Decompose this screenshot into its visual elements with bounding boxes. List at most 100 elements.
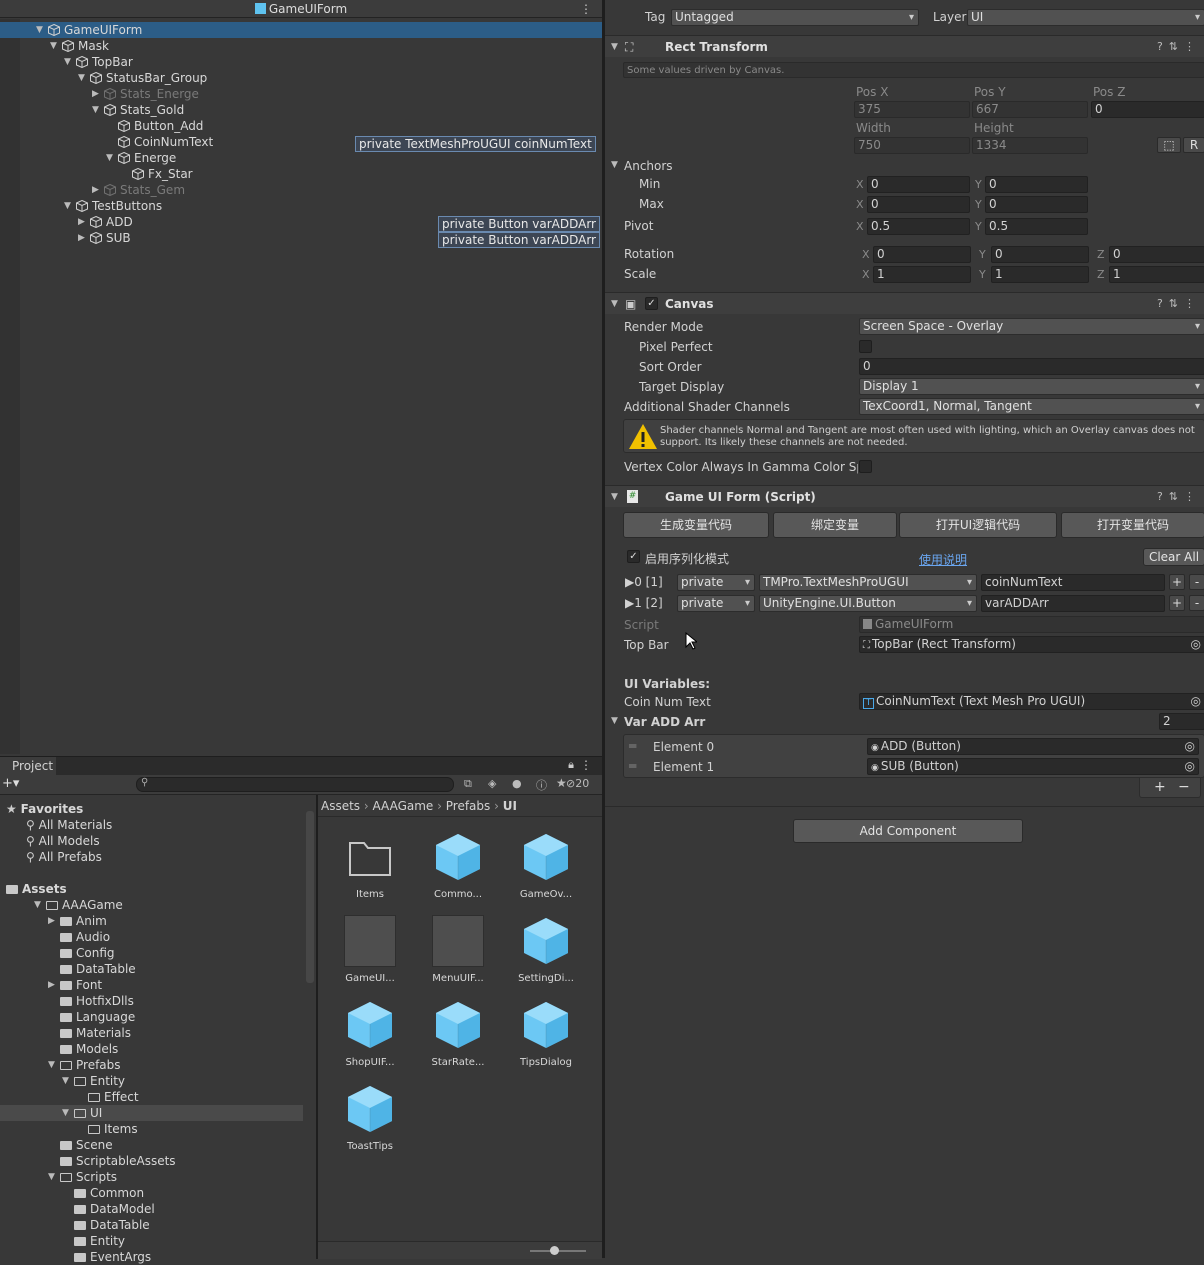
collapse-arrow-icon[interactable]: ▶	[92, 182, 102, 198]
breadcrumb-item[interactable]: Assets	[321, 799, 360, 813]
asset-tile[interactable]: SettingDi...	[506, 915, 586, 984]
anchors-fold-icon[interactable]: ▼	[611, 160, 618, 170]
tree-scrollbar[interactable]	[306, 811, 314, 983]
var-name-field-1[interactable]: varADDArr	[981, 595, 1165, 612]
project-tree-item[interactable]: ▼ UI	[0, 1105, 303, 1121]
serialize-checkbox[interactable]: ✓	[627, 550, 640, 563]
fold-icon[interactable]: ▼	[611, 36, 618, 58]
open-vars-code-button[interactable]: 打开变量代码	[1061, 512, 1204, 538]
hierarchy-row[interactable]: ▼ StatusBar_Group	[0, 70, 602, 86]
sort-order-field[interactable]: 0	[859, 358, 1204, 375]
hierarchy-row[interactable]: ▼ Mask	[0, 38, 602, 54]
height-field[interactable]: 1334	[972, 137, 1088, 154]
type-dropdown-1[interactable]: UnityEngine.UI.Button	[759, 595, 977, 612]
expand-arrow-icon[interactable]: ▼	[64, 198, 74, 214]
project-tree-item[interactable]: DataTable	[0, 961, 303, 977]
project-tree-item[interactable]: ★ Favorites	[0, 801, 303, 817]
canvas-header[interactable]: ▼ ▣ ✓ Canvas ?⇅⋮	[605, 292, 1204, 314]
add-var-button[interactable]: +	[1169, 574, 1185, 590]
filter-scene-icon[interactable]: ⧉	[464, 777, 472, 791]
hierarchy-row[interactable]: ▼ TestButtons	[0, 198, 602, 214]
project-tree-item[interactable]: ⚲ All Prefabs	[0, 849, 303, 865]
add-component-button[interactable]: Add Component	[793, 819, 1023, 843]
anchor-max-y[interactable]: 0	[985, 196, 1088, 213]
expand-arrow-icon[interactable]: ▼	[48, 1057, 55, 1073]
rotation-y[interactable]: 0	[991, 246, 1089, 263]
var-index-0[interactable]: ▶0 [1]	[625, 575, 663, 589]
project-tree-item[interactable]: Config	[0, 945, 303, 961]
hierarchy-row[interactable]: ▼ TopBar	[0, 54, 602, 70]
expand-arrow-icon[interactable]: ▼	[106, 150, 116, 166]
project-tree-item[interactable]: ▶ Font	[0, 977, 303, 993]
filter-type-icon[interactable]: ◈	[488, 777, 496, 790]
project-tree-item[interactable]: Entity	[0, 1233, 303, 1249]
object-picker-icon[interactable]: ◎	[1191, 694, 1201, 709]
render-mode-dropdown[interactable]: Screen Space - Overlay	[859, 318, 1204, 335]
var-name-field-0[interactable]: coinNumText	[981, 574, 1165, 591]
scale-y[interactable]: 1	[991, 266, 1089, 283]
remove-var-button[interactable]: -	[1189, 595, 1204, 611]
expand-arrow-icon[interactable]: ▼	[50, 38, 60, 54]
breadcrumb-item[interactable]: AAAGame	[373, 799, 434, 813]
project-tree-item[interactable]: Materials	[0, 1025, 303, 1041]
asset-tile[interactable]: Commo...	[418, 831, 498, 900]
add-var-button[interactable]: +	[1169, 595, 1185, 611]
clear-all-button[interactable]: Clear All	[1143, 548, 1204, 566]
anchor-min-y[interactable]: 0	[985, 176, 1088, 193]
project-tree-item[interactable]: ▶ Anim	[0, 913, 303, 929]
object-picker-icon[interactable]: ◎	[1185, 739, 1195, 754]
drag-handle-icon[interactable]: ═	[629, 759, 636, 773]
hierarchy-row[interactable]: Fx_Star	[0, 166, 602, 182]
access-dropdown-1[interactable]: private	[677, 595, 755, 612]
pivot-x[interactable]: 0.5	[867, 218, 970, 235]
collapse-arrow-icon[interactable]: ▶	[48, 913, 55, 929]
project-tree-item[interactable]: ▼ Entity	[0, 1073, 303, 1089]
coin-num-text-field[interactable]: T CoinNumText (Text Mesh Pro UGUI) ◎	[859, 693, 1204, 710]
project-tree-item[interactable]: Common	[0, 1185, 303, 1201]
var-index-1[interactable]: ▶1 [2]	[625, 596, 663, 610]
script-header[interactable]: ▼ # Game UI Form (Script) ?⇅⋮	[605, 485, 1204, 507]
project-tree-item[interactable]: HotfixDlls	[0, 993, 303, 1009]
project-tree-item[interactable]: Models	[0, 1041, 303, 1057]
asset-tile[interactable]: ToastTips	[330, 1083, 410, 1152]
project-tree-item[interactable]: DataModel	[0, 1201, 303, 1217]
target-display-dropdown[interactable]: Display 1	[859, 378, 1204, 395]
expand-arrow-icon[interactable]: ▼	[36, 22, 46, 38]
type-dropdown-0[interactable]: TMPro.TextMeshProUGUI	[759, 574, 977, 591]
project-tree-item[interactable]: Language	[0, 1009, 303, 1025]
zoom-slider[interactable]	[530, 1246, 586, 1255]
project-tree-item[interactable]: ▼ Prefabs	[0, 1057, 303, 1073]
zoom-slider-handle[interactable]	[550, 1246, 559, 1255]
rotation-z[interactable]: 0	[1109, 246, 1204, 263]
project-tree-item[interactable]: ScriptableAssets	[0, 1153, 303, 1169]
collapse-arrow-icon[interactable]: ▶	[78, 214, 88, 230]
anchor-max-x[interactable]: 0	[867, 196, 970, 213]
expand-arrow-icon[interactable]: ▼	[64, 54, 74, 70]
layer-dropdown[interactable]: UI	[967, 9, 1204, 26]
hierarchy-row[interactable]: Button_Add	[0, 118, 602, 134]
canvas-enabled-checkbox[interactable]: ✓	[645, 297, 658, 310]
tab-project[interactable]: Project	[0, 757, 56, 775]
project-tree-item[interactable]: Scene	[0, 1137, 303, 1153]
blueprint-mode-button[interactable]: ⬚	[1157, 137, 1181, 153]
lock-icon[interactable]: 🔒︎	[568, 758, 574, 772]
component-tools[interactable]: ?⇅⋮	[1157, 36, 1201, 58]
generate-vars-button[interactable]: 生成变量代码	[623, 512, 769, 538]
hierarchy-row[interactable]: ▶ Stats_Gem	[0, 182, 602, 198]
open-ui-logic-button[interactable]: 打开UI逻辑代码	[899, 512, 1057, 538]
shader-channels-dropdown[interactable]: TexCoord1, Normal, Tangent	[859, 398, 1204, 415]
search-input[interactable]: ⚲	[136, 777, 454, 792]
hierarchy-row[interactable]: ▼ GameUIForm	[0, 22, 602, 38]
rect-transform-header[interactable]: ▼ ⛶ Rect Transform ?⇅⋮	[605, 35, 1204, 57]
remove-var-button[interactable]: -	[1189, 574, 1204, 590]
array-size-field[interactable]: 2	[1159, 713, 1204, 730]
element-1-field[interactable]: ◉ SUB (Button) ◎	[867, 758, 1199, 775]
asset-tile[interactable]: GameUI...	[330, 915, 410, 984]
object-picker-icon[interactable]: ◎	[1191, 637, 1201, 652]
list-add-button[interactable]: +	[1154, 779, 1166, 795]
label-icon[interactable]: ●	[512, 777, 522, 790]
width-field[interactable]: 750	[854, 137, 970, 154]
project-tree-item[interactable]: Assets	[0, 881, 303, 897]
scale-x[interactable]: 1	[873, 266, 971, 283]
asset-tile[interactable]: TipsDialog	[506, 999, 586, 1068]
